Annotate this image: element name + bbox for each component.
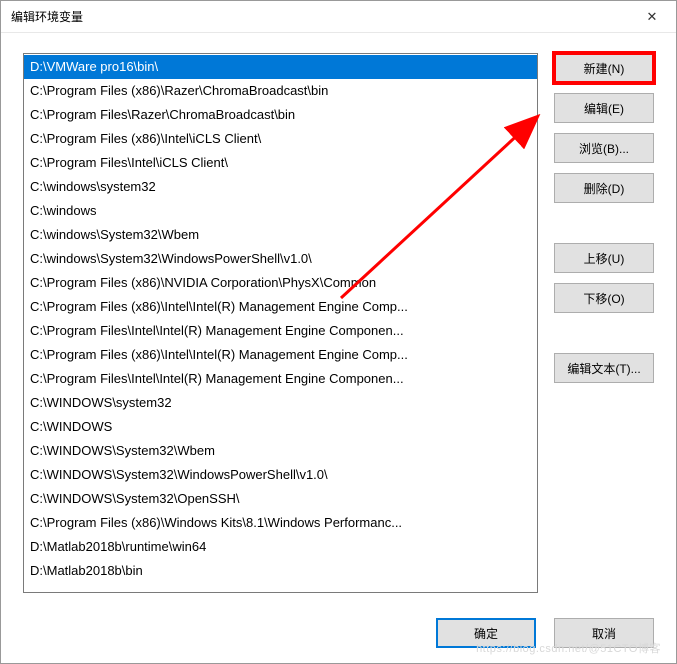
list-item[interactable]: C:\windows\System32\Wbem [24,223,537,247]
list-item[interactable]: C:\windows [24,199,537,223]
list-item[interactable]: C:\Program Files (x86)\Windows Kits\8.1\… [24,511,537,535]
side-button-panel: 新建(N) 编辑(E) 浏览(B)... 删除(D) 上移(U) 下移(O) 编… [554,53,654,593]
dialog-footer: 确定 取消 [1,603,676,663]
list-item[interactable]: C:\Program Files (x86)\Intel\iCLS Client… [24,127,537,151]
edit-text-button[interactable]: 编辑文本(T)... [554,353,654,383]
list-item[interactable]: C:\Program Files (x86)\NVIDIA Corporatio… [24,271,537,295]
ok-button[interactable]: 确定 [436,618,536,648]
list-item[interactable]: C:\WINDOWS\System32\WindowsPowerShell\v1… [24,463,537,487]
list-item[interactable]: C:\Program Files (x86)\Intel\Intel(R) Ma… [24,295,537,319]
list-item[interactable]: C:\Program Files (x86)\Razer\ChromaBroad… [24,79,537,103]
list-item[interactable]: C:\Program Files\Razer\ChromaBroadcast\b… [24,103,537,127]
titlebar: 编辑环境变量 ✕ [1,1,676,33]
move-up-button[interactable]: 上移(U) [554,243,654,273]
close-button[interactable]: ✕ [630,2,674,32]
env-var-dialog: 编辑环境变量 ✕ D:\VMWare pro16\bin\C:\Program … [0,0,677,664]
list-item[interactable]: C:\windows\System32\WindowsPowerShell\v1… [24,247,537,271]
list-item[interactable]: D:\VMWare pro16\bin\ [24,55,537,79]
path-list-container: D:\VMWare pro16\bin\C:\Program Files (x8… [23,53,538,593]
list-item[interactable]: D:\Matlab2018b\bin [24,559,537,583]
path-listbox[interactable]: D:\VMWare pro16\bin\C:\Program Files (x8… [24,54,537,592]
content-area: D:\VMWare pro16\bin\C:\Program Files (x8… [1,33,676,603]
list-item[interactable]: C:\WINDOWS\System32\Wbem [24,439,537,463]
edit-button[interactable]: 编辑(E) [554,93,654,123]
list-item[interactable]: C:\Program Files\Intel\Intel(R) Manageme… [24,319,537,343]
list-item[interactable]: C:\Program Files\Intel\iCLS Client\ [24,151,537,175]
list-item[interactable]: C:\WINDOWS [24,415,537,439]
move-down-button[interactable]: 下移(O) [554,283,654,313]
list-item[interactable]: C:\Program Files\Intel\Intel(R) Manageme… [24,367,537,391]
list-item[interactable]: C:\Program Files (x86)\Intel\Intel(R) Ma… [24,343,537,367]
close-icon: ✕ [647,9,658,25]
window-title: 编辑环境变量 [11,8,83,25]
new-button[interactable]: 新建(N) [554,53,654,83]
list-item[interactable]: C:\windows\system32 [24,175,537,199]
list-item[interactable]: C:\WINDOWS\system32 [24,391,537,415]
browse-button[interactable]: 浏览(B)... [554,133,654,163]
list-item[interactable]: D:\Matlab2018b\runtime\win64 [24,535,537,559]
list-item[interactable]: C:\WINDOWS\System32\OpenSSH\ [24,487,537,511]
delete-button[interactable]: 删除(D) [554,173,654,203]
cancel-button[interactable]: 取消 [554,618,654,648]
